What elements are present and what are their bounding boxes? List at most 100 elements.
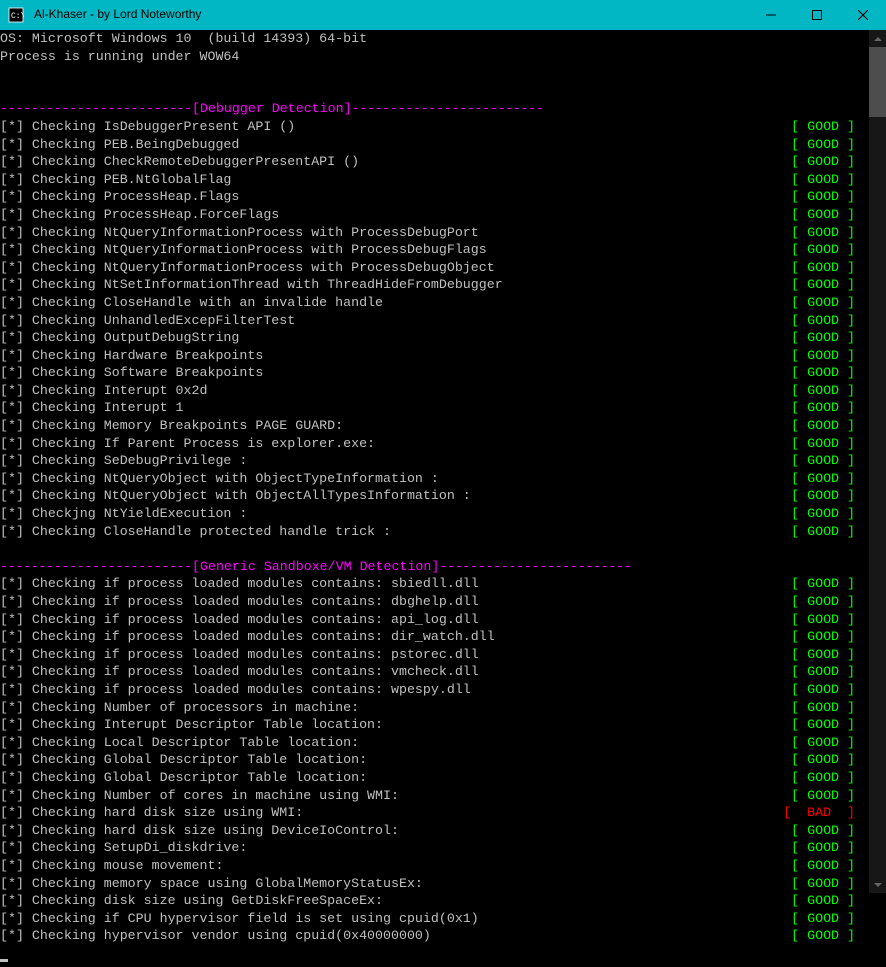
terminal-line: [*] Checking if CPU hypervisor field is …	[0, 910, 869, 928]
bullet-icon: [*]	[0, 207, 32, 222]
status-badge: [ GOOD ]	[791, 716, 855, 734]
check-text: Checking Global Descriptor Table locatio…	[32, 752, 367, 767]
status-badge: [ GOOD ]	[791, 452, 855, 470]
bullet-icon: [*]	[0, 700, 32, 715]
check-text: Checking Local Descriptor Table location…	[32, 735, 359, 750]
bullet-icon: [*]	[0, 225, 32, 240]
terminal-line: OS: Microsoft Windows 10 (build 14393) 6…	[0, 30, 869, 48]
status-badge: [ GOOD ]	[791, 417, 855, 435]
status-badge: [ BAD ]	[783, 804, 855, 822]
bullet-icon: [*]	[0, 682, 32, 697]
check-text: Checking if process loaded modules conta…	[32, 629, 495, 644]
check-text: Checking Global Descriptor Table locatio…	[32, 770, 367, 785]
status-badge: [ GOOD ]	[791, 787, 855, 805]
titlebar[interactable]: C:\ Al-Khaser - by Lord Noteworthy	[0, 0, 886, 30]
check-text: Checking Software Breakpoints	[32, 365, 263, 380]
check-text: Checking CheckRemoteDebuggerPresentAPI (…	[32, 154, 359, 169]
check-text: Checking UnhandledExcepFilterTest	[32, 313, 295, 328]
status-badge: [ GOOD ]	[791, 399, 855, 417]
bullet-icon: [*]	[0, 488, 32, 503]
terminal-output: OS: Microsoft Windows 10 (build 14393) 6…	[0, 30, 869, 962]
status-text: GOOD	[807, 928, 839, 943]
check-text: Checking ProcessHeap.Flags	[32, 189, 239, 204]
scrollbar[interactable]	[869, 30, 886, 893]
status-badge: [ GOOD ]	[791, 822, 855, 840]
scroll-thumb[interactable]	[869, 47, 886, 117]
terminal-line: [*] Checking PEB.NtGlobalFlag[ GOOD ]	[0, 171, 869, 189]
bullet-icon: [*]	[0, 506, 32, 521]
terminal-line: [*] Checking if process loaded modules c…	[0, 663, 869, 681]
bullet-icon: [*]	[0, 365, 32, 380]
terminal-line: -------------------------[Generic Sandbo…	[0, 558, 869, 576]
section-dashes: -------------------------	[0, 559, 192, 574]
status-text: GOOD	[807, 172, 839, 187]
status-badge: [ GOOD ]	[791, 188, 855, 206]
check-text: Checking hard disk size using WMI:	[32, 805, 303, 820]
status-text: GOOD	[807, 154, 839, 169]
status-badge: [ GOOD ]	[791, 470, 855, 488]
terminal-line: [*] Checking Interupt Descriptor Table l…	[0, 716, 869, 734]
status-badge: [ GOOD ]	[791, 927, 855, 945]
check-text: Checking disk size using GetDiskFreeSpac…	[32, 893, 383, 908]
bullet-icon: [*]	[0, 313, 32, 328]
status-text: GOOD	[807, 788, 839, 803]
status-badge: [ GOOD ]	[791, 734, 855, 752]
terminal-line: [*] Checking if process loaded modules c…	[0, 681, 869, 699]
check-text: Checking SeDebugPrivilege :	[32, 453, 247, 468]
status-badge: [ GOOD ]	[791, 241, 855, 259]
close-button[interactable]	[840, 0, 886, 30]
terminal-line: [*] Checking if process loaded modules c…	[0, 628, 869, 646]
status-text: GOOD	[807, 207, 839, 222]
scroll-up-icon[interactable]	[869, 30, 886, 47]
check-text: Checking if process loaded modules conta…	[32, 664, 479, 679]
check-text: Checking Interupt Descriptor Table locat…	[32, 717, 383, 732]
check-text: Checking mouse movement:	[32, 858, 224, 873]
bullet-icon: [*]	[0, 524, 32, 539]
status-badge: [ GOOD ]	[791, 136, 855, 154]
status-text: GOOD	[807, 383, 839, 398]
terminal-line: [*] Checking if process loaded modules c…	[0, 575, 869, 593]
check-text: Checking IsDebuggerPresent API ()	[32, 119, 295, 134]
terminal-line: [*] Checking hard disk size using WMI: [ …	[0, 804, 869, 822]
bullet-icon: [*]	[0, 717, 32, 732]
check-text: Checking ProcessHeap.ForceFlags	[32, 207, 279, 222]
status-text: GOOD	[807, 629, 839, 644]
maximize-button[interactable]	[794, 0, 840, 30]
status-badge: [ GOOD ]	[791, 294, 855, 312]
bullet-icon: [*]	[0, 788, 32, 803]
status-text: GOOD	[807, 840, 839, 855]
status-text: GOOD	[807, 137, 839, 152]
terminal-line: [*] Checking Number of processors in mac…	[0, 699, 869, 717]
terminal-line	[0, 540, 869, 558]
status-badge: [ GOOD ]	[791, 435, 855, 453]
bullet-icon: [*]	[0, 805, 32, 820]
terminal-line: [*] Checking NtQueryObject with ObjectAl…	[0, 487, 869, 505]
status-text: GOOD	[807, 682, 839, 697]
status-text: GOOD	[807, 400, 839, 415]
section-title: [Debugger Detection]	[192, 101, 352, 116]
scroll-down-icon[interactable]	[869, 876, 886, 893]
terminal-line: [*] Checking Interupt 1[ GOOD ]	[0, 399, 869, 417]
minimize-button[interactable]	[748, 0, 794, 30]
status-text: GOOD	[807, 277, 839, 292]
bullet-icon: [*]	[0, 647, 32, 662]
terminal-line: [*] Checking Global Descriptor Table loc…	[0, 769, 869, 787]
terminal-line	[0, 945, 869, 963]
bullet-icon: [*]	[0, 418, 32, 433]
bullet-icon: [*]	[0, 172, 32, 187]
terminal-line: [*] Checking Global Descriptor Table loc…	[0, 751, 869, 769]
status-text: GOOD	[807, 893, 839, 908]
header-text: OS: Microsoft Windows 10 (build 14393) 6…	[0, 31, 367, 46]
status-text: GOOD	[807, 119, 839, 134]
check-text: Checking Interupt 0x2d	[32, 383, 208, 398]
status-text: GOOD	[807, 858, 839, 873]
check-text: Checking NtQueryInformationProcess with …	[32, 225, 479, 240]
terminal-line: [*] Checkjng NtYieldExecution :[ GOOD ]	[0, 505, 869, 523]
bullet-icon: [*]	[0, 911, 32, 926]
terminal-area[interactable]: OS: Microsoft Windows 10 (build 14393) 6…	[0, 30, 886, 893]
check-text: Checking if process loaded modules conta…	[32, 576, 479, 591]
terminal-line	[0, 83, 869, 101]
check-text: Checking if process loaded modules conta…	[32, 682, 471, 697]
bullet-icon: [*]	[0, 260, 32, 275]
bullet-icon: [*]	[0, 383, 32, 398]
